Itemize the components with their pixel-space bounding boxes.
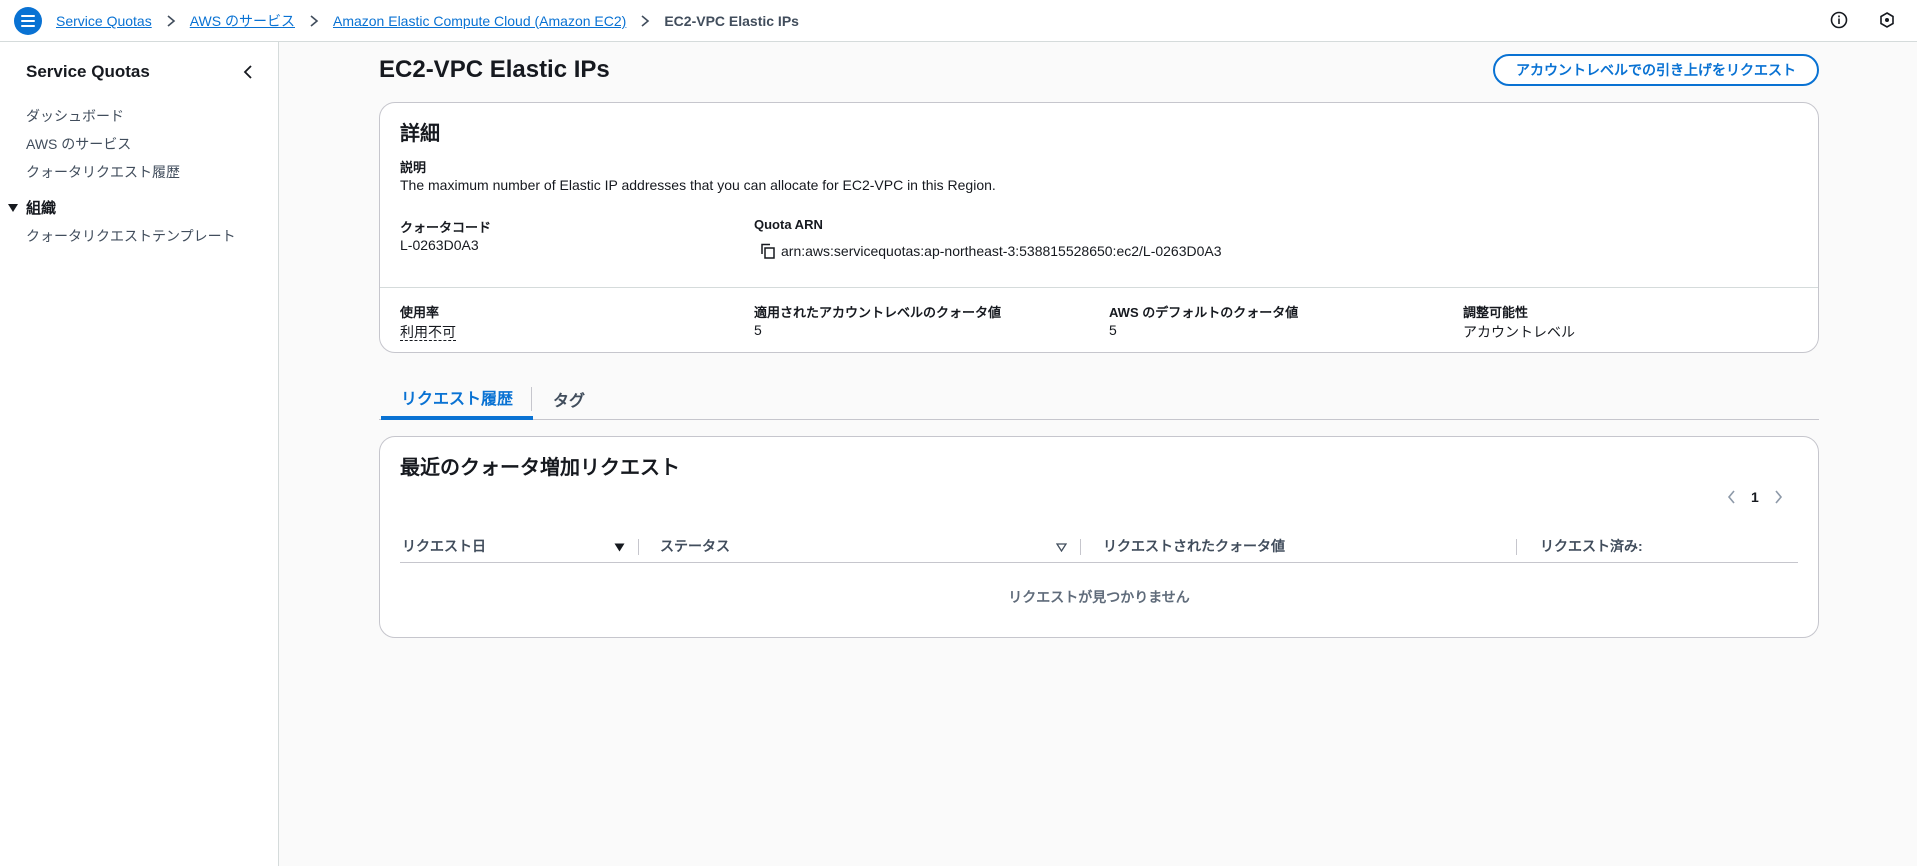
breadcrumb-aws-services[interactable]: AWS のサービス <box>190 11 295 31</box>
column-divider <box>1516 539 1517 555</box>
table-header-row: リクエスト日 ステータス リクエストされたクォータ値 リクエスト済み: <box>400 529 1798 563</box>
adjustability-label: 調整可能性 <box>1463 305 1529 320</box>
empty-state-message: リクエストが見つかりません <box>1008 589 1190 605</box>
pager-prev-icon[interactable] <box>1723 489 1739 505</box>
applied-quota-label: 適用されたアカウントレベルのクォータ値 <box>754 305 1002 320</box>
caret-down-filled-icon[interactable] <box>613 541 625 553</box>
column-request-date[interactable]: リクエスト日 <box>402 529 486 563</box>
column-divider <box>638 539 639 555</box>
chevron-left-icon[interactable] <box>238 62 258 82</box>
chevron-right-icon <box>309 15 319 27</box>
pager-page-1[interactable]: 1 <box>1751 489 1759 505</box>
page-title: EC2-VPC Elastic IPs <box>379 56 610 83</box>
pagination: 1 <box>1723 489 1787 505</box>
tab-divider <box>531 387 532 411</box>
quota-arn-value: arn:aws:servicequotas:ap-northeast-3:538… <box>781 243 1222 259</box>
sidebar-section-organization[interactable]: 組織 <box>8 197 56 218</box>
description-label: 説明 <box>400 160 427 175</box>
column-divider <box>1080 539 1081 555</box>
usage-value[interactable]: 利用不可 <box>400 324 456 341</box>
chevron-right-icon <box>640 15 650 27</box>
applied-quota-value: 5 <box>754 322 762 338</box>
sidebar-item-aws-services[interactable]: AWS のサービス <box>26 134 131 154</box>
sidebar-title[interactable]: Service Quotas <box>26 62 150 82</box>
column-requested-quota[interactable]: リクエストされたクォータ値 <box>1103 529 1285 563</box>
details-container: 詳細 説明 The maximum number of Elastic IP a… <box>379 102 1819 353</box>
top-navigation-bar: Service Quotas AWS のサービス Amazon Elastic … <box>0 0 1917 42</box>
tab-request-history[interactable]: リクエスト履歴 <box>381 378 534 420</box>
sidebar-section-label: 組織 <box>26 200 57 217</box>
column-status[interactable]: ステータス <box>660 529 730 563</box>
notifications-icon[interactable] <box>1877 10 1897 30</box>
sidebar-item-dashboard[interactable]: ダッシュボード <box>26 106 124 126</box>
copy-icon[interactable] <box>759 242 777 260</box>
request-increase-button[interactable]: アカウントレベルでの引き上げをリクエスト <box>1493 54 1819 86</box>
sidebar-item-request-templates[interactable]: クォータリクエストテンプレート <box>26 226 236 246</box>
description-value: The maximum number of Elastic IP address… <box>400 177 996 193</box>
default-quota-value: 5 <box>1109 322 1117 338</box>
info-icon[interactable] <box>1829 10 1849 30</box>
side-navigation: Service Quotas ダッシュボード AWS のサービス クォータリクエ… <box>0 42 279 866</box>
breadcrumb-current: EC2-VPC Elastic IPs <box>664 13 799 29</box>
usage-label: 使用率 <box>400 305 440 320</box>
quota-arn-label: Quota ARN <box>754 217 823 232</box>
adjustability-value: アカウントレベル <box>1463 324 1575 340</box>
pager-next-icon[interactable] <box>1771 489 1787 505</box>
details-divider <box>380 287 1818 288</box>
chevron-right-icon <box>166 15 176 27</box>
quota-code-label: クォータコード <box>400 220 492 235</box>
details-heading: 詳細 <box>400 123 440 145</box>
tabs: リクエスト履歴 タグ <box>379 378 1819 420</box>
breadcrumb-ec2[interactable]: Amazon Elastic Compute Cloud (Amazon EC2… <box>333 13 626 29</box>
hamburger-menu-icon[interactable] <box>14 7 42 35</box>
column-requested-by[interactable]: リクエスト済み: <box>1540 529 1643 563</box>
caret-down-outline-icon[interactable] <box>1055 541 1067 553</box>
usage-value-wrap: 利用不可 <box>400 322 456 342</box>
default-quota-label: AWS のデフォルトのクォータ値 <box>1109 305 1299 320</box>
caret-down-icon <box>8 203 18 212</box>
breadcrumb: Service Quotas AWS のサービス Amazon Elastic … <box>56 0 799 42</box>
recent-requests-heading: 最近のクォータ増加リクエスト <box>400 457 680 479</box>
sidebar-item-request-history[interactable]: クォータリクエスト履歴 <box>26 162 180 182</box>
tab-tags[interactable]: タグ <box>533 378 605 420</box>
recent-requests-container: 最近のクォータ増加リクエスト 1 リクエスト日 ステータス リクエストされたクォ… <box>379 436 1819 638</box>
breadcrumb-service-quotas[interactable]: Service Quotas <box>56 13 152 29</box>
quota-code-value: L-0263D0A3 <box>400 237 479 253</box>
